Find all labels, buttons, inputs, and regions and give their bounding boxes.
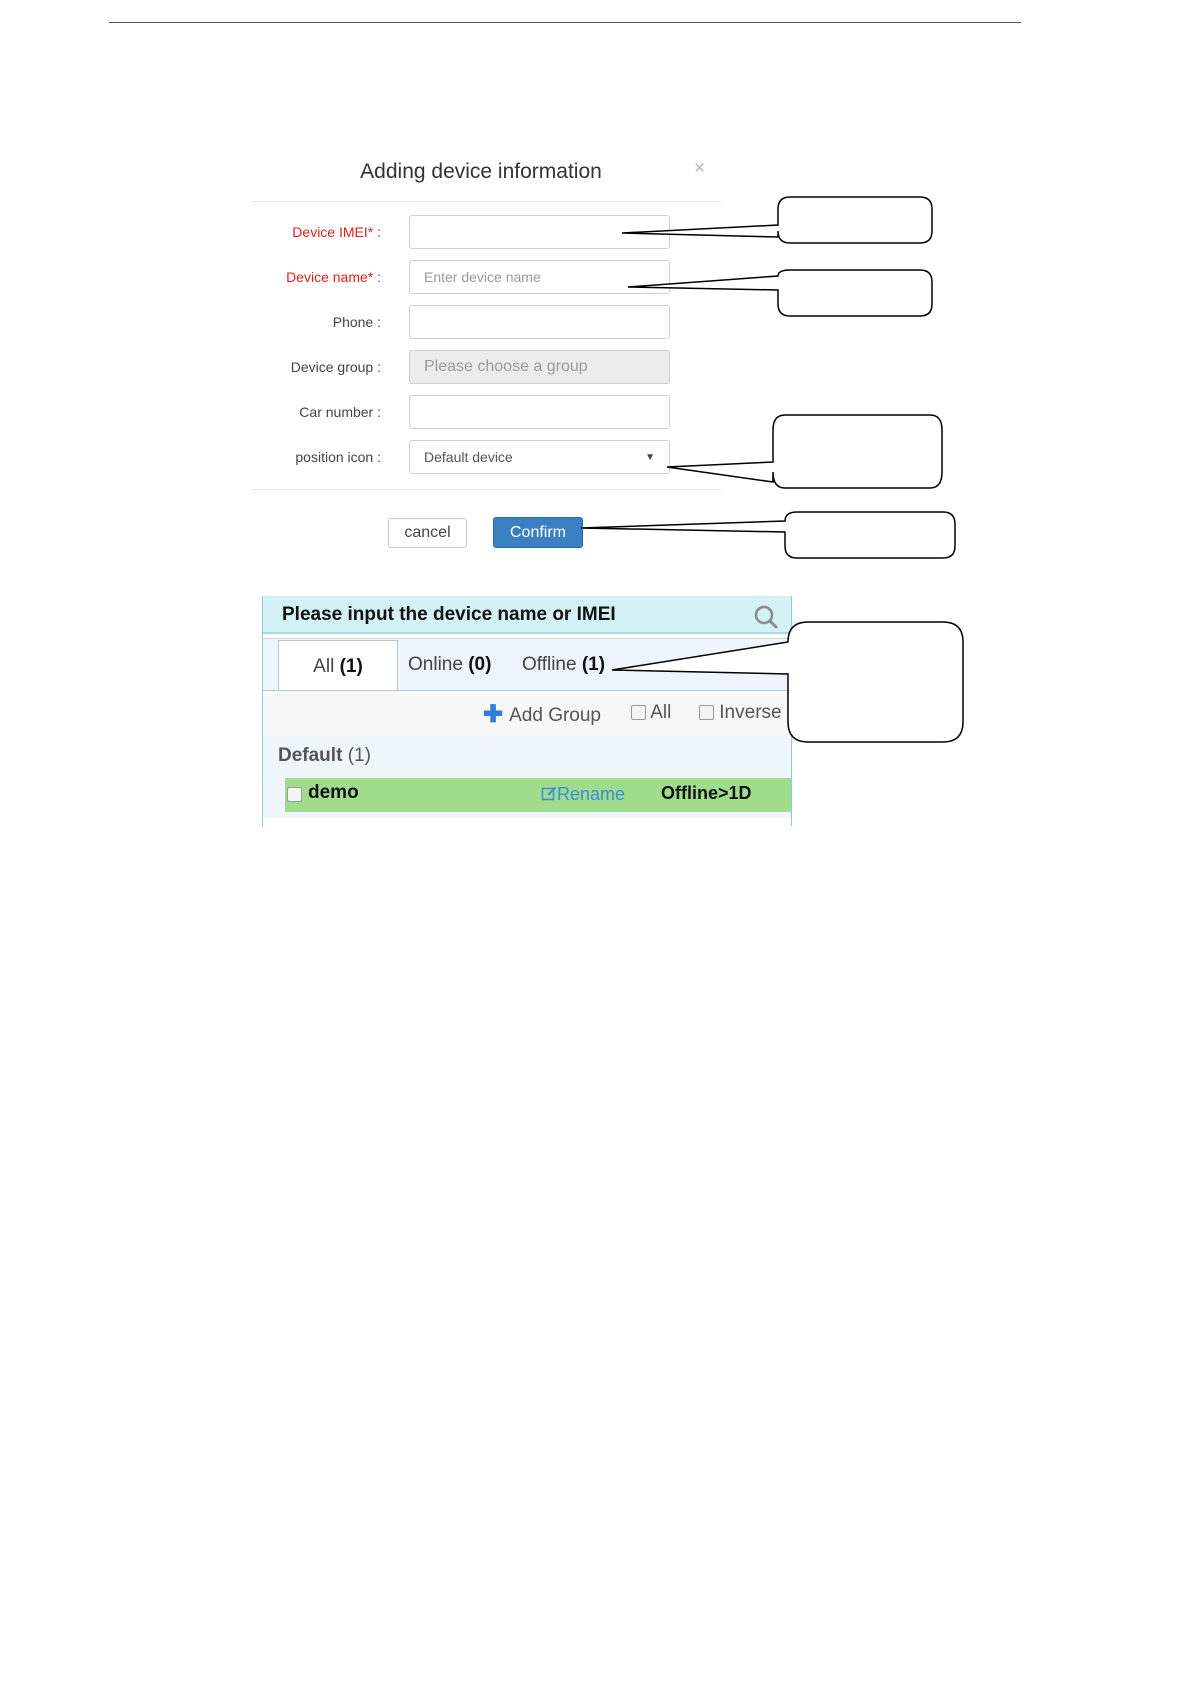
status-tabs: All (1) Online (0) Offline (1) bbox=[263, 638, 791, 692]
select-all-label: All bbox=[650, 702, 672, 723]
position-icon-selected: Default device bbox=[424, 449, 513, 465]
dialog-header-divider bbox=[251, 201, 721, 202]
group-count: (1) bbox=[347, 745, 371, 766]
add-device-dialog: Adding device information × Device IMEI*… bbox=[251, 148, 721, 560]
search-icon[interactable] bbox=[753, 604, 779, 630]
group-header-default[interactable]: Default (1) bbox=[263, 736, 791, 776]
confirm-button[interactable]: Confirm bbox=[493, 517, 583, 548]
phone-label: Phone : bbox=[332, 314, 381, 330]
position-icon-row: position icon : Default device ▼ bbox=[251, 440, 721, 476]
dropdown-arrow-icon: ▼ bbox=[645, 451, 655, 463]
dialog-footer-divider bbox=[251, 489, 721, 490]
tab-online-label: Online bbox=[408, 654, 463, 675]
device-group-row: Device group : bbox=[251, 350, 721, 386]
checkbox-icon bbox=[631, 705, 646, 720]
checkbox-icon bbox=[699, 705, 714, 720]
rename-link[interactable]: Rename bbox=[541, 784, 625, 805]
device-group-select[interactable] bbox=[409, 350, 670, 384]
rename-label: Rename bbox=[557, 784, 626, 804]
device-row[interactable]: demo Rename Offline>1D bbox=[263, 776, 791, 818]
device-search-input[interactable]: Please input the device name or IMEI bbox=[282, 604, 616, 626]
tab-online-count: (0) bbox=[468, 654, 492, 675]
device-group-label: Device group : bbox=[290, 359, 381, 375]
phone-row: Phone : bbox=[251, 305, 721, 341]
imei-input[interactable] bbox=[409, 215, 670, 249]
dialog-title: Adding device information bbox=[360, 160, 602, 183]
device-checkbox[interactable] bbox=[287, 787, 302, 802]
tab-offline-label: Offline bbox=[522, 654, 577, 675]
device-status: Offline>1D bbox=[661, 783, 752, 803]
imei-label: Device IMEI* : bbox=[292, 224, 381, 240]
device-name-input[interactable] bbox=[409, 260, 670, 294]
car-number-row: Car number : bbox=[251, 395, 721, 431]
add-group-button[interactable]: ✚ Add Group bbox=[483, 700, 601, 729]
close-icon[interactable]: × bbox=[694, 158, 705, 180]
tab-offline[interactable]: Offline (1) bbox=[522, 639, 605, 691]
position-icon-label: position icon : bbox=[295, 449, 381, 465]
device-list-panel: Please input the device name or IMEI All… bbox=[262, 596, 792, 826]
car-number-label: Car number : bbox=[299, 404, 381, 420]
list-toolbar: ✚ Add Group All Inverse bbox=[263, 691, 791, 736]
device-name-row: Device name* : bbox=[251, 260, 721, 296]
car-number-input[interactable] bbox=[409, 395, 670, 429]
tab-online[interactable]: Online (0) bbox=[408, 639, 491, 691]
plus-icon: ✚ bbox=[483, 701, 504, 728]
inverse-label: Inverse bbox=[719, 702, 782, 723]
device-name: demo bbox=[308, 782, 359, 803]
edit-icon bbox=[541, 786, 557, 801]
group-name: Default bbox=[278, 745, 343, 766]
tab-all-label: All bbox=[313, 656, 335, 677]
page-header-rule bbox=[109, 22, 1021, 23]
cancel-button[interactable]: cancel bbox=[388, 518, 467, 548]
inverse-checkbox[interactable]: Inverse bbox=[699, 702, 782, 724]
select-all-checkbox[interactable]: All bbox=[631, 702, 671, 724]
phone-input[interactable] bbox=[409, 305, 670, 339]
device-search-bar[interactable]: Please input the device name or IMEI bbox=[263, 596, 791, 634]
position-icon-select[interactable]: Default device ▼ bbox=[409, 440, 670, 474]
tab-all-count: (1) bbox=[339, 656, 363, 677]
device-name-label: Device name* : bbox=[286, 269, 381, 285]
imei-row: Device IMEI* : bbox=[251, 215, 721, 251]
tab-offline-count: (1) bbox=[581, 654, 606, 675]
add-group-label: Add Group bbox=[509, 705, 602, 726]
tab-all[interactable]: All (1) bbox=[278, 640, 398, 692]
